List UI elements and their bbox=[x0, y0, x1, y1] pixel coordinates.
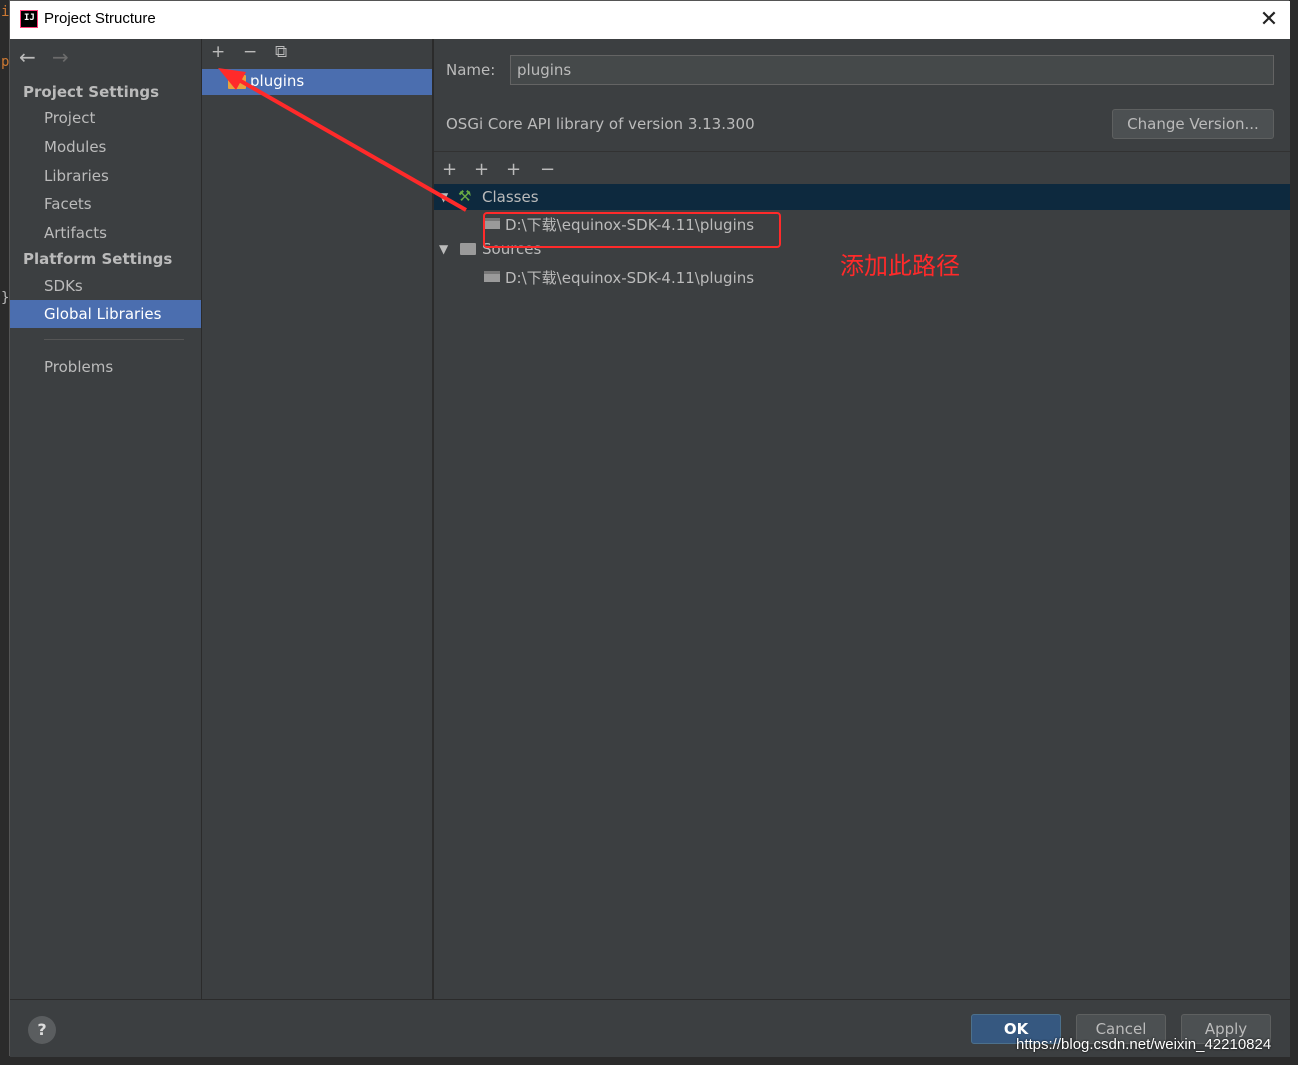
copy-library-icon[interactable]: ⧉ bbox=[275, 42, 287, 62]
library-description: OSGi Core API library of version 3.13.30… bbox=[446, 115, 755, 133]
platform-settings-heading: Platform Settings bbox=[23, 250, 173, 268]
sources-folder-icon bbox=[460, 243, 476, 255]
expand-triangle-icon[interactable]: ▼ bbox=[439, 190, 448, 204]
project-settings-heading: Project Settings bbox=[23, 83, 160, 101]
name-field[interactable] bbox=[510, 55, 1274, 85]
title-bar: IJ Project Structure ✕ bbox=[10, 1, 1290, 39]
annotation-text: 添加此路径 bbox=[840, 252, 960, 280]
name-label: Name: bbox=[446, 61, 496, 79]
expand-triangle-icon[interactable]: ▼ bbox=[439, 242, 448, 256]
remove-library-icon[interactable]: − bbox=[243, 42, 257, 62]
forward-arrow-icon[interactable]: → bbox=[52, 45, 69, 69]
library-name: plugins bbox=[250, 72, 305, 90]
classes-label: Classes bbox=[482, 188, 539, 206]
project-structure-dialog: IJ Project Structure ✕ ← → Project Setti… bbox=[9, 0, 1290, 1057]
nav-item-libraries[interactable]: Libraries bbox=[10, 163, 201, 189]
help-button[interactable]: ? bbox=[28, 1016, 56, 1044]
watermark: https://blog.csdn.net/weixin_42210824 bbox=[1016, 1036, 1272, 1053]
hammer-icon: ⚒ bbox=[458, 187, 472, 205]
nav-item-artifacts[interactable]: Artifacts bbox=[10, 220, 201, 246]
library-details-panel: Name: OSGi Core API library of version 3… bbox=[434, 39, 1290, 999]
editor-background: i p } bbox=[0, 0, 9, 1065]
nav-item-global-libraries[interactable]: Global Libraries bbox=[10, 300, 201, 328]
attach-classes-icon[interactable]: + bbox=[474, 159, 489, 180]
nav-item-project[interactable]: Project bbox=[10, 105, 201, 131]
change-version-button[interactable]: Change Version... bbox=[1112, 109, 1274, 139]
annotation-highlight-box bbox=[483, 212, 781, 248]
folder-jar-icon bbox=[484, 271, 500, 282]
add-library-icon[interactable]: + bbox=[211, 42, 225, 62]
library-list-panel: + − ⧉ plugins bbox=[202, 39, 432, 999]
nav-item-facets[interactable]: Facets bbox=[10, 191, 201, 217]
details-divider bbox=[434, 151, 1290, 152]
window-title: Project Structure bbox=[44, 10, 156, 27]
nav-divider bbox=[44, 339, 184, 340]
close-icon[interactable]: ✕ bbox=[1254, 5, 1284, 35]
settings-nav: ← → Project Settings Project Modules Lib… bbox=[10, 39, 201, 999]
nav-item-problems[interactable]: Problems bbox=[10, 354, 201, 380]
classes-node[interactable]: ▼ ⚒ Classes bbox=[434, 184, 1290, 210]
intellij-icon: IJ bbox=[20, 10, 38, 28]
add-root-icon[interactable]: + bbox=[442, 159, 457, 180]
back-arrow-icon[interactable]: ← bbox=[19, 45, 36, 69]
attach-jar-icon[interactable]: + bbox=[506, 159, 521, 180]
nav-item-modules[interactable]: Modules bbox=[10, 134, 201, 160]
nav-item-sdks[interactable]: SDKs bbox=[10, 273, 201, 299]
sources-path: D:\下载\equinox-SDK-4.11\plugins bbox=[505, 269, 755, 287]
remove-root-icon[interactable]: − bbox=[540, 159, 555, 180]
library-list-item[interactable]: plugins bbox=[202, 69, 432, 95]
library-icon bbox=[228, 75, 246, 89]
